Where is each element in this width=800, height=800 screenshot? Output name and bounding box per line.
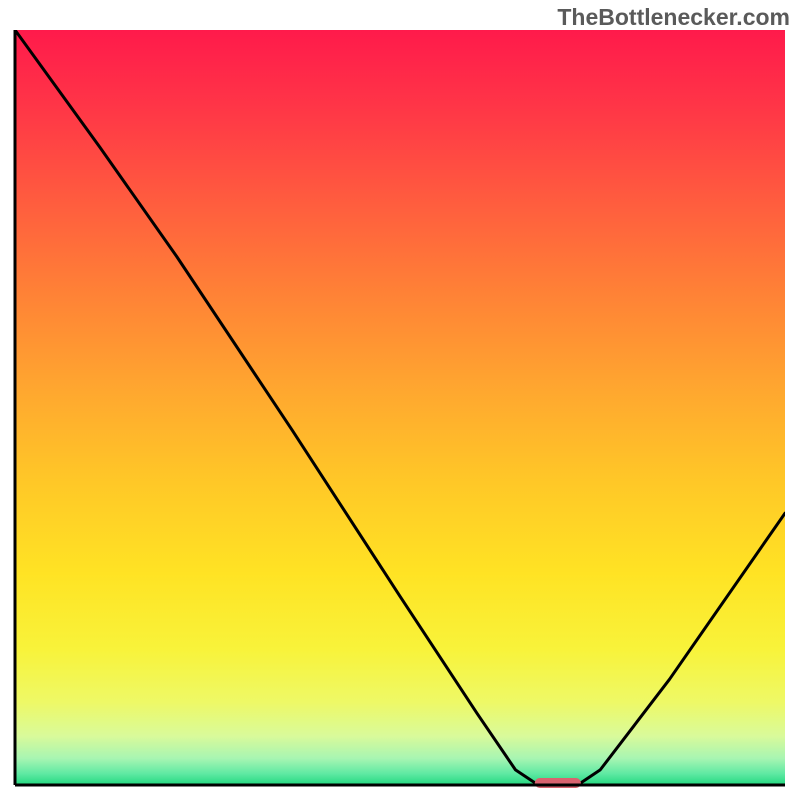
chart-svg	[0, 0, 800, 800]
gradient-background	[15, 30, 785, 785]
bottleneck-chart: TheBottlenecker.com	[0, 0, 800, 800]
watermark-label: TheBottlenecker.com	[557, 4, 790, 31]
